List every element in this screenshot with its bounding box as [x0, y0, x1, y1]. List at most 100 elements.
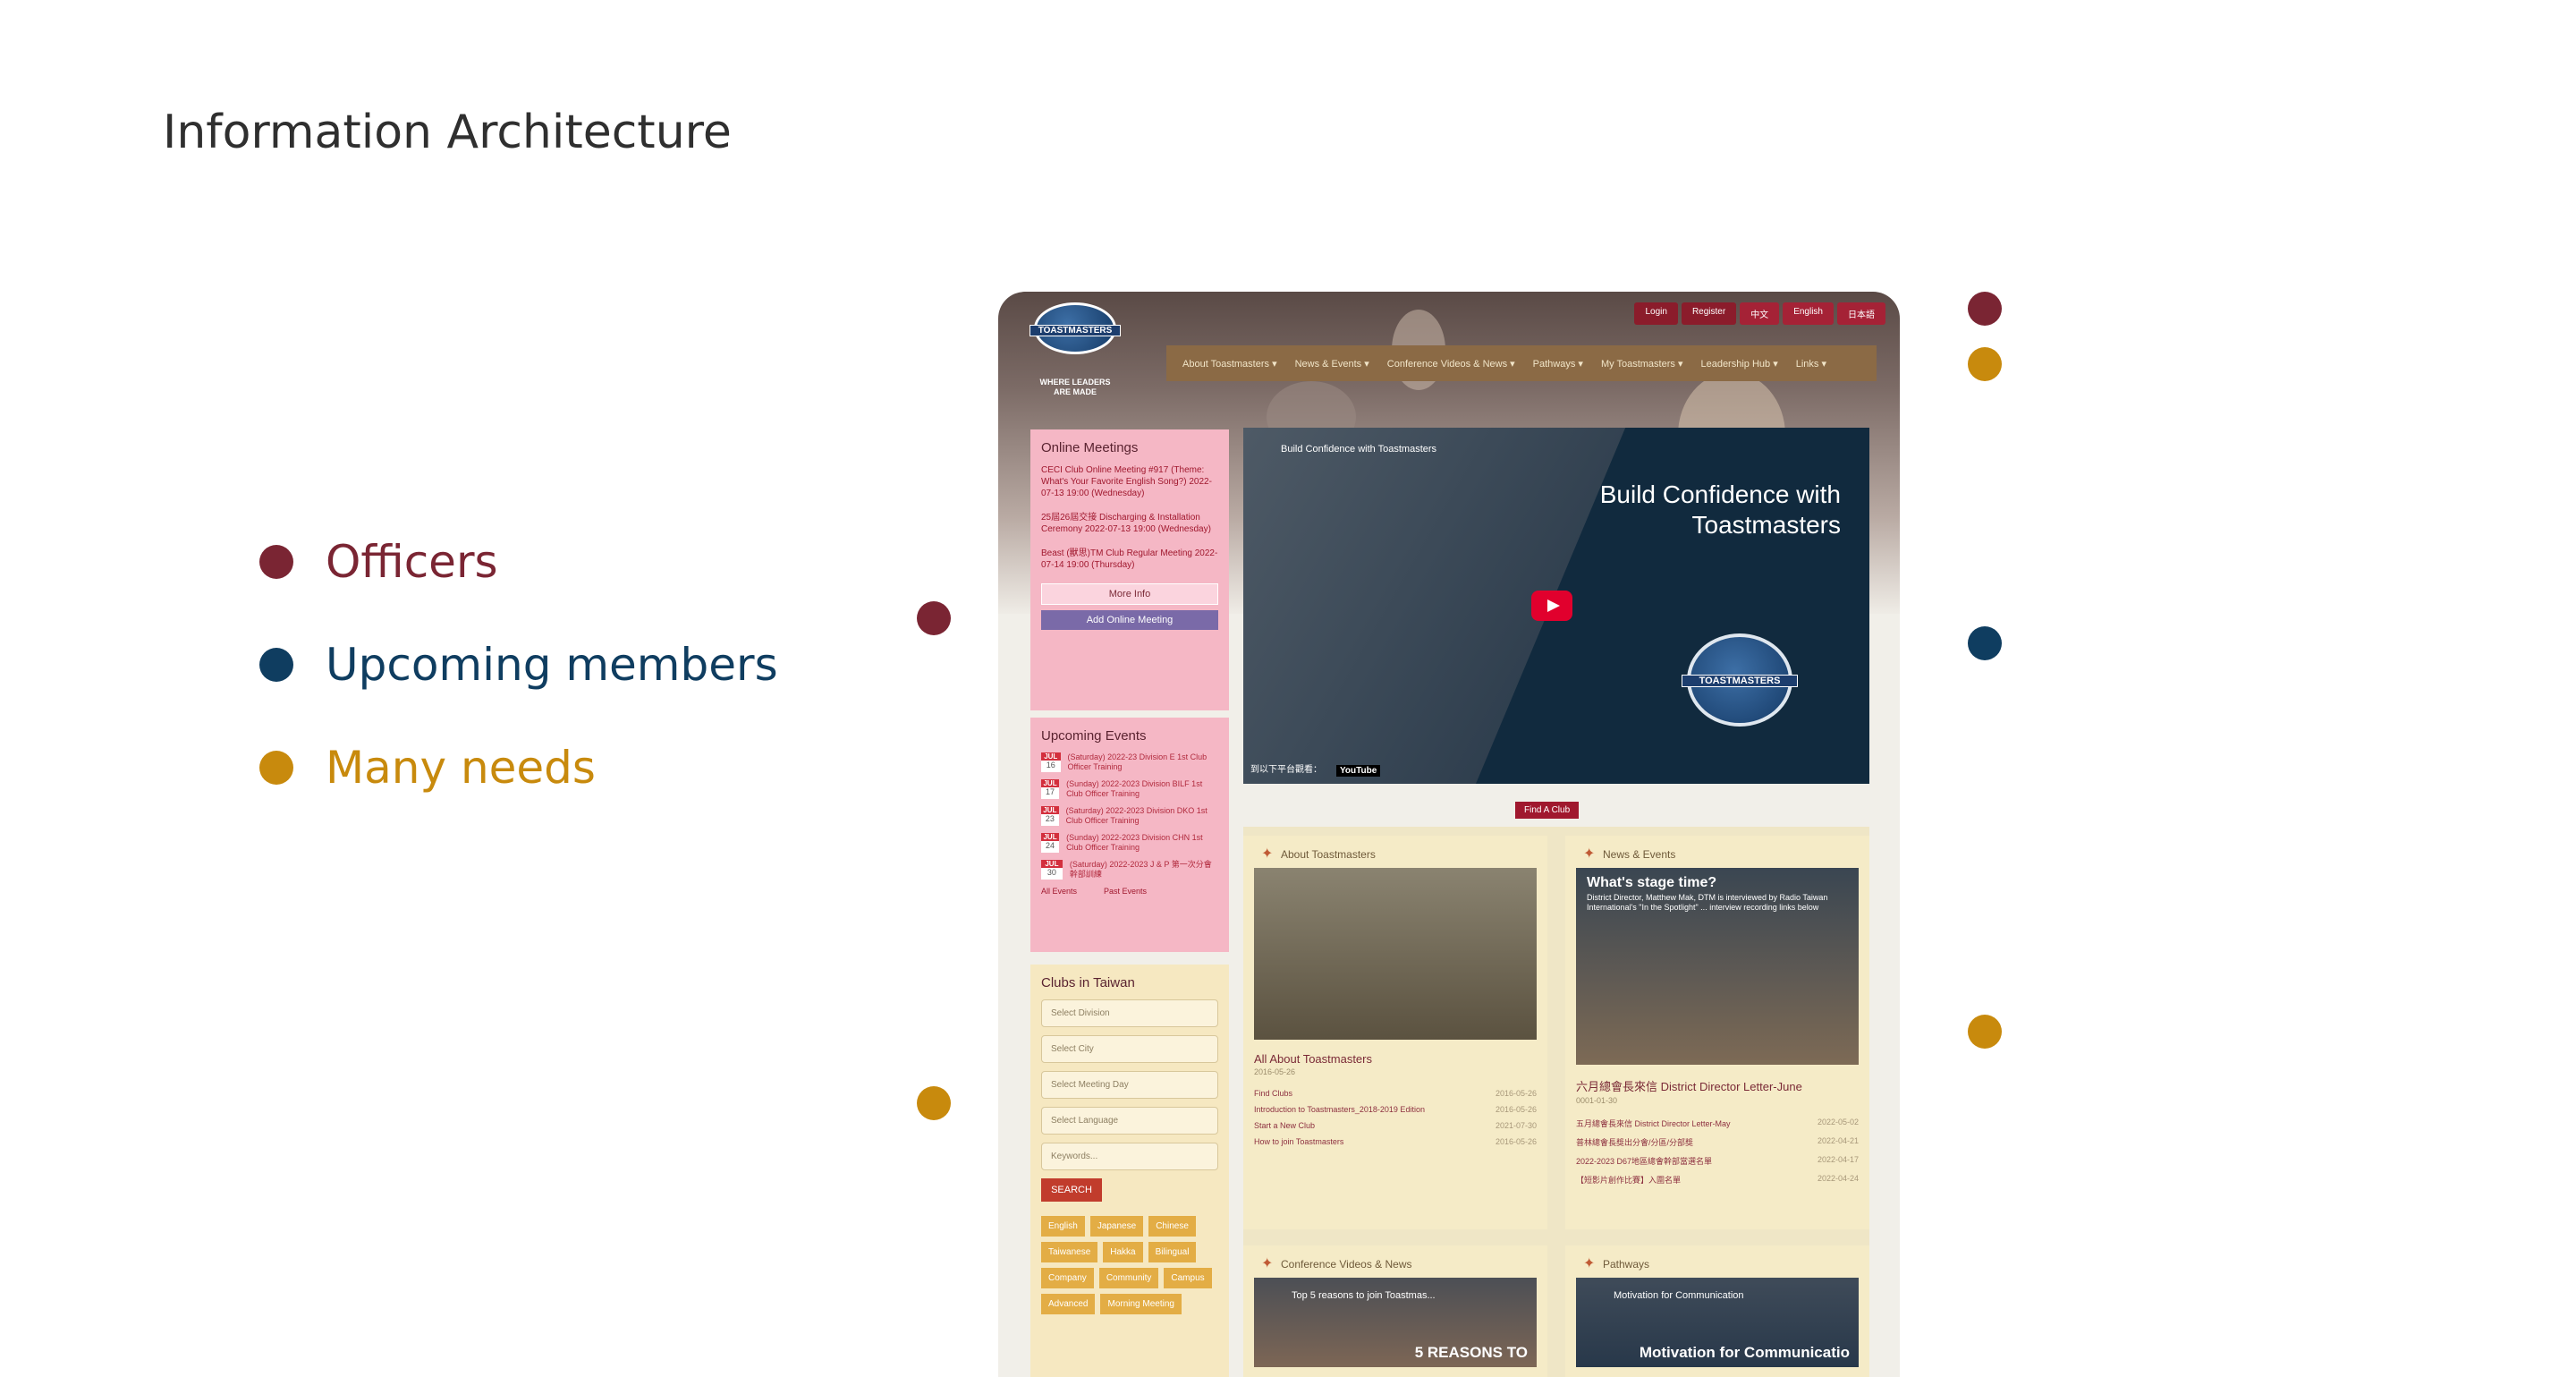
event-text: (Saturday) 2022-23 Division E 1st Club O… — [1067, 752, 1208, 771]
lang-ja-button[interactable]: 日本語 — [1837, 302, 1885, 325]
event-item[interactable]: JUL 17 (Sunday) 2022-2023 Division BILF 1… — [1041, 779, 1218, 799]
event-links: All Events Past Events — [1041, 887, 1218, 896]
about-card: About Toastmasters All About Toastmaster… — [1243, 836, 1547, 1229]
tag-hakka[interactable]: Hakka — [1103, 1242, 1143, 1262]
past-events-link[interactable]: Past Events — [1104, 887, 1147, 896]
toastmasters-logo[interactable]: TOASTMASTERS WHERE LEADERS ARE MADE — [1029, 302, 1122, 406]
main-nav: About Toastmasters ▾ News & Events ▾ Con… — [1166, 345, 1877, 381]
login-button[interactable]: Login — [1634, 302, 1678, 325]
event-item[interactable]: JUL 16 (Saturday) 2022-23 Division E 1st … — [1041, 752, 1218, 772]
language-select[interactable]: Select Language — [1041, 1107, 1218, 1135]
logo-tagline: WHERE LEADERS ARE MADE — [1029, 378, 1122, 397]
nav-leadership-hub[interactable]: Leadership Hub ▾ — [1700, 358, 1777, 370]
news-card-subtitle[interactable]: 六月總會長來信 District Director Letter-June — [1565, 1065, 1869, 1096]
content-grid: About Toastmasters All About Toastmaster… — [1243, 827, 1869, 1377]
list-item[interactable]: Find Clubs 2016-05-26 — [1243, 1085, 1547, 1101]
lang-zh-button[interactable]: 中文 — [1740, 302, 1780, 325]
pathways-card-title: Pathways — [1565, 1245, 1869, 1278]
conference-video-caption: 5 REASONS TO — [1414, 1344, 1528, 1361]
meeting-item[interactable]: 25屆26屆交接 Discharging & Installation Cere… — [1041, 512, 1218, 535]
legend-label: Many needs — [326, 741, 596, 794]
event-item[interactable]: JUL 24 (Sunday) 2022-2023 Division CHN 1s… — [1041, 833, 1218, 853]
youtube-icon[interactable]: YouTube — [1336, 765, 1381, 777]
nav-news[interactable]: News & Events ▾ — [1295, 358, 1369, 370]
video-player[interactable]: Build Confidence with Toastmasters Build… — [1243, 428, 1869, 784]
event-day: 23 — [1045, 814, 1055, 823]
list-item-date: 2016-05-26 — [1495, 1137, 1537, 1146]
tag-chinese[interactable]: Chinese — [1148, 1216, 1196, 1237]
more-info-button[interactable]: More Info — [1041, 583, 1218, 605]
list-item[interactable]: 【短影片創作比賽】入圍名單 2022-04-24 — [1565, 1170, 1869, 1189]
event-text: (Saturday) 2022-2023 Division DKO 1st Cl… — [1065, 806, 1208, 825]
list-item[interactable]: 五月總會長來信 District Director Letter-May 2022… — [1565, 1114, 1869, 1133]
news-card-title: News & Events — [1565, 836, 1869, 868]
meeting-item[interactable]: CECI Club Online Meeting #917 (Theme: Wh… — [1041, 464, 1218, 499]
news-headline: What's stage time? — [1587, 875, 1717, 890]
event-month: JUL — [1041, 779, 1060, 787]
nav-about[interactable]: About Toastmasters ▾ — [1182, 358, 1277, 370]
event-item[interactable]: JUL 30 (Saturday) 2022-2023 J & P 第一次分會幹部… — [1041, 860, 1218, 880]
list-item[interactable]: 2022-2023 D67地區總會幹部當選名單 2022-04-17 — [1565, 1152, 1869, 1170]
event-month: JUL — [1041, 806, 1059, 814]
event-date: JUL 17 — [1041, 779, 1060, 799]
all-events-link[interactable]: All Events — [1041, 887, 1077, 896]
list-item-date: 2016-05-26 — [1495, 1089, 1537, 1098]
club-tags: English Japanese Chinese Taiwanese Hakka… — [1041, 1216, 1218, 1314]
officers-marker-icon — [917, 601, 951, 635]
list-item[interactable]: Start a New Club 2021-07-30 — [1243, 1118, 1547, 1134]
nav-pathways[interactable]: Pathways ▾ — [1533, 358, 1583, 370]
about-video-thumbnail[interactable] — [1254, 868, 1537, 1040]
division-select[interactable]: Select Division — [1041, 999, 1218, 1027]
city-select[interactable]: Select City — [1041, 1035, 1218, 1063]
video-headline: Build Confidence with Toastmasters — [1600, 480, 1841, 540]
list-item[interactable]: Introduction to Toastmasters_2018-2019 E… — [1243, 1101, 1547, 1118]
tag-company[interactable]: Company — [1041, 1268, 1094, 1288]
list-item-title: Find Clubs — [1254, 1089, 1293, 1098]
video-logo-text: TOASTMASTERS — [1682, 675, 1798, 687]
many-needs-marker-icon — [917, 1086, 951, 1120]
pathways-card: Pathways Motivation for Communication Mo… — [1565, 1245, 1869, 1377]
tag-bilingual[interactable]: Bilingual — [1148, 1242, 1197, 1262]
list-item-title: 2022-2023 D67地區總會幹部當選名單 — [1576, 1157, 1713, 1166]
nav-conference[interactable]: Conference Videos & News ▾ — [1387, 358, 1515, 370]
news-thumbnail[interactable]: What's stage time? District Director, Ma… — [1576, 868, 1859, 1065]
list-item-title: 普林總會長獎出分會/分區/分部獎 — [1576, 1138, 1694, 1147]
list-item-title: 【短影片創作比賽】入圍名單 — [1576, 1176, 1682, 1185]
many-needs-marker-icon — [1968, 347, 2002, 381]
search-button[interactable]: SEARCH — [1041, 1178, 1102, 1202]
tag-campus[interactable]: Campus — [1164, 1268, 1212, 1288]
meeting-day-select[interactable]: Select Meeting Day — [1041, 1071, 1218, 1099]
register-button[interactable]: Register — [1681, 302, 1737, 325]
add-online-meeting-button[interactable]: Add Online Meeting — [1041, 610, 1218, 630]
lang-en-button[interactable]: English — [1783, 302, 1834, 325]
video-headline-line-1: Build Confidence with — [1599, 480, 1841, 508]
conference-video-title: Top 5 reasons to join Toastmas... — [1292, 1290, 1436, 1301]
tag-english[interactable]: English — [1041, 1216, 1085, 1237]
list-item[interactable]: 普林總會長獎出分會/分區/分部獎 2022-04-21 — [1565, 1133, 1869, 1152]
event-text: (Sunday) 2022-2023 Division CHN 1st Club… — [1066, 833, 1203, 852]
video-title: Build Confidence with Toastmasters — [1281, 444, 1437, 455]
tag-community[interactable]: Community — [1098, 1268, 1159, 1288]
clubs-in-taiwan-panel: Clubs in Taiwan Select Division Select C… — [1030, 965, 1229, 1377]
conference-video-thumbnail[interactable]: Top 5 reasons to join Toastmas... 5 REAS… — [1254, 1278, 1537, 1367]
list-item-title: 五月總會長來信 District Director Letter-May — [1576, 1119, 1731, 1128]
about-card-subtitle[interactable]: All About Toastmasters — [1243, 1040, 1547, 1067]
website-screenshot: TOASTMASTERS WHERE LEADERS ARE MADE Logi… — [998, 292, 1900, 1377]
meeting-item[interactable]: Beast (獸思)TM Club Regular Meeting 2022-0… — [1041, 548, 1218, 571]
event-month: JUL — [1041, 833, 1060, 841]
pathways-video-thumbnail[interactable]: Motivation for Communication Motivation … — [1576, 1278, 1859, 1367]
nav-my-toastmasters[interactable]: My Toastmasters ▾ — [1601, 358, 1683, 370]
tag-japanese[interactable]: Japanese — [1089, 1216, 1144, 1237]
list-item-date: 2021-07-30 — [1495, 1121, 1537, 1130]
keywords-input[interactable]: Keywords... — [1041, 1143, 1218, 1170]
tag-morning-meeting[interactable]: Morning Meeting — [1100, 1294, 1182, 1314]
play-icon[interactable] — [1531, 591, 1572, 621]
tag-advanced[interactable]: Advanced — [1041, 1294, 1096, 1314]
nav-links[interactable]: Links ▾ — [1796, 358, 1826, 370]
find-a-club-button[interactable]: Find A Club — [1515, 802, 1580, 819]
event-item[interactable]: JUL 23 (Saturday) 2022-2023 Division DKO … — [1041, 806, 1218, 826]
legend-label: Upcoming members — [326, 638, 778, 691]
tag-taiwanese[interactable]: Taiwanese — [1041, 1242, 1098, 1262]
pathways-video-title: Motivation for Communication — [1614, 1290, 1744, 1301]
list-item[interactable]: How to join Toastmasters 2016-05-26 — [1243, 1134, 1547, 1150]
